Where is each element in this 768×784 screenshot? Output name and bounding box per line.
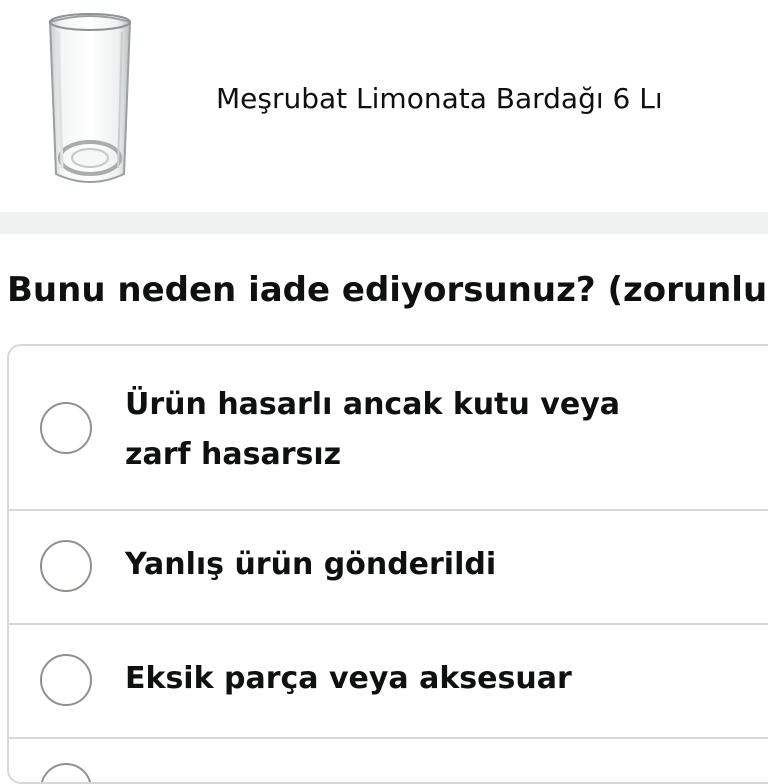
product-title: Meşrubat Limonata Bardağı 6 Lı [216, 82, 663, 115]
glass-icon [48, 13, 132, 183]
option-label: Ürün hasarlı ancak kutu veya zarf hasars… [125, 387, 620, 472]
product-header: Meşrubat Limonata Bardağı 6 Lı [0, 0, 768, 212]
radio-button[interactable] [40, 540, 92, 592]
radio-button[interactable] [40, 654, 92, 706]
option-damaged-item[interactable]: Ürün hasarlı ancak kutu veya zarf hasars… [9, 346, 768, 511]
option-label: Yanlış ürün gönderildi [125, 547, 497, 582]
section-divider [0, 212, 768, 234]
option-label: Eksik parça veya aksesuar [125, 661, 572, 696]
radio-button[interactable] [40, 402, 92, 454]
return-reason-options: Ürün hasarlı ancak kutu veya zarf hasars… [7, 344, 768, 784]
return-reason-heading: Bunu neden iade ediyorsunuz? (zorunlu) [7, 270, 768, 310]
option-next[interactable] [9, 739, 768, 782]
radio-button[interactable] [40, 763, 92, 782]
option-missing-parts[interactable]: Eksik parça veya aksesuar [9, 625, 768, 739]
option-wrong-item[interactable]: Yanlış ürün gönderildi [9, 511, 768, 625]
